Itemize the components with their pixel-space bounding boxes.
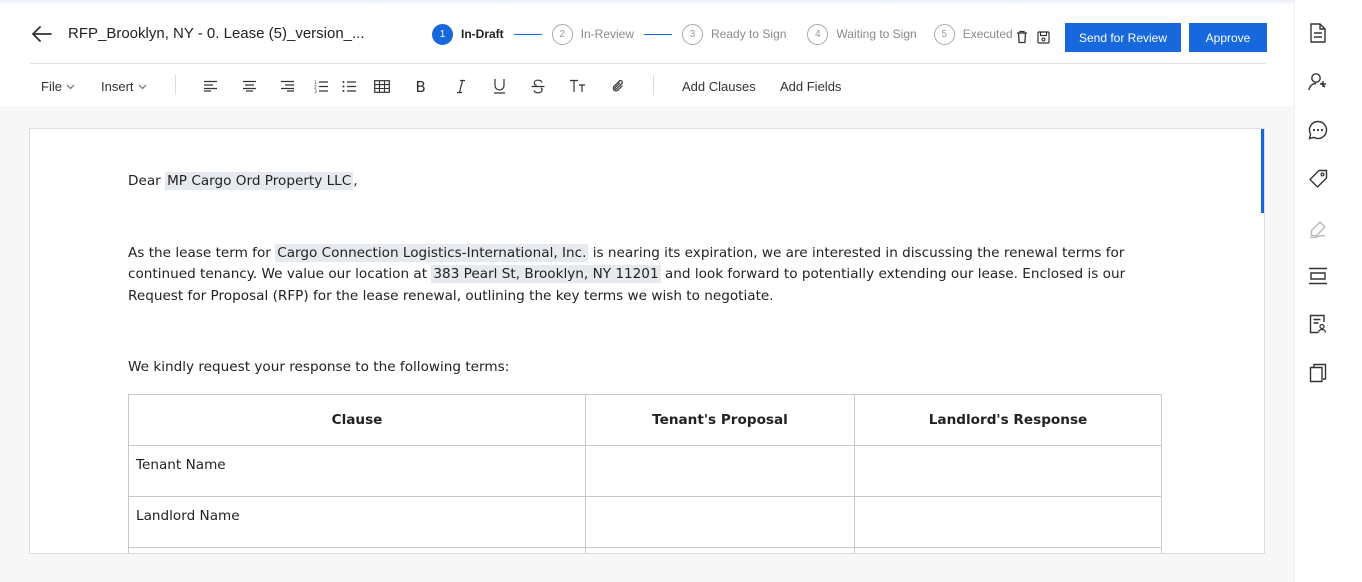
svg-text:B: B: [415, 79, 425, 94]
intro-text-a: As the lease term for: [128, 244, 276, 261]
insert-menu-label: Insert: [101, 79, 134, 94]
signature-icon[interactable]: [1307, 218, 1329, 240]
file-menu-label: File: [41, 79, 62, 94]
step-label: Waiting to Sign: [836, 27, 917, 41]
step-waiting-to-sign[interactable]: 4 Waiting to Sign: [807, 23, 917, 45]
chevron-down-icon: [138, 84, 146, 89]
top-accent-bar: [0, 0, 1362, 5]
editor-toolbar: File Insert 123 B Add Clauses Add Fields: [0, 64, 1294, 106]
table-row: [128, 547, 1162, 553]
send-for-review-button[interactable]: Send for Review: [1065, 23, 1181, 52]
chevron-down-icon: [66, 84, 75, 89]
step-label: Ready to Sign: [711, 27, 787, 41]
bullet-list-icon[interactable]: [340, 77, 358, 95]
toolbar-divider: [653, 75, 654, 95]
step-number: 3: [682, 23, 704, 45]
user-search-icon[interactable]: [1307, 71, 1329, 93]
table-cell[interactable]: [854, 496, 1162, 548]
comment-icon[interactable]: [1307, 119, 1329, 141]
table-cell[interactable]: [128, 547, 586, 553]
table-row: Tenant Name: [128, 445, 1162, 497]
bold-icon[interactable]: B: [412, 77, 430, 95]
column-header-landlord-response: Landlord's Response: [854, 394, 1162, 446]
add-clauses-button[interactable]: Add Clauses: [682, 79, 756, 94]
rfp-terms-table: Clause Tenant's Proposal Landlord's Resp…: [128, 394, 1162, 553]
approve-button[interactable]: Approve: [1189, 23, 1267, 52]
copy-icon[interactable]: [1307, 362, 1329, 384]
italic-icon[interactable]: [452, 77, 470, 95]
table-cell[interactable]: Landlord Name: [128, 496, 586, 548]
step-connector: [644, 33, 673, 35]
step-ready-to-sign[interactable]: 3 Ready to Sign: [682, 23, 787, 45]
align-left-icon[interactable]: [201, 77, 219, 95]
attachment-icon[interactable]: [609, 77, 627, 95]
step-label: In-Review: [580, 27, 635, 41]
document-page[interactable]: Dear MP Cargo Ord Property LLC, As the l…: [29, 128, 1265, 554]
table-cell[interactable]: Tenant Name: [128, 445, 586, 497]
strikethrough-icon[interactable]: [529, 77, 547, 95]
greeting-line: Dear MP Cargo Ord Property LLC,: [128, 171, 1163, 193]
save-icon[interactable]: [1036, 30, 1050, 44]
step-number: 4: [807, 23, 829, 45]
scrollbar-thumb[interactable]: [1261, 129, 1264, 213]
layout-icon[interactable]: [1307, 265, 1329, 287]
intro-paragraph: As the lease term for Cargo Connection L…: [128, 243, 1163, 308]
table-icon[interactable]: [373, 77, 391, 95]
table-cell[interactable]: [854, 547, 1162, 553]
property-address-field[interactable]: 383 Pearl St, Brooklyn, NY 11201: [431, 265, 661, 283]
right-sidebar: [1294, 0, 1362, 582]
column-header-tenant-proposal: Tenant's Proposal: [585, 394, 855, 446]
underline-icon[interactable]: [490, 77, 508, 95]
step-number: 5: [933, 23, 955, 45]
document-canvas: Dear MP Cargo Ord Property LLC, As the l…: [0, 106, 1294, 582]
document-title: RFP_Brooklyn, NY - 0. Lease (5)_version_…: [68, 25, 365, 42]
table-header-row: Clause Tenant's Proposal Landlord's Resp…: [128, 394, 1162, 446]
step-label: In-Draft: [461, 27, 504, 41]
align-center-icon[interactable]: [240, 77, 258, 95]
document-icon[interactable]: [1307, 22, 1329, 44]
table-cell[interactable]: [585, 445, 855, 497]
insert-menu[interactable]: Insert: [101, 79, 147, 94]
back-arrow-icon[interactable]: [30, 22, 54, 46]
request-paragraph: We kindly request your response to the f…: [128, 359, 510, 375]
column-header-clause: Clause: [128, 394, 586, 446]
document-user-icon[interactable]: [1307, 313, 1329, 335]
step-number: 2: [551, 23, 573, 45]
align-right-icon[interactable]: [278, 77, 296, 95]
table-cell[interactable]: [854, 445, 1162, 497]
table-row: Landlord Name: [128, 496, 1162, 548]
landlord-name-field[interactable]: MP Cargo Ord Property LLC: [165, 172, 354, 190]
trash-icon[interactable]: [1015, 30, 1029, 44]
table-cell[interactable]: [585, 547, 855, 553]
tag-icon[interactable]: [1307, 168, 1329, 190]
step-in-draft[interactable]: 1 In-Draft: [432, 23, 504, 45]
table-cell[interactable]: [585, 496, 855, 548]
svg-text:3: 3: [314, 89, 317, 93]
greeting-prefix: Dear: [128, 173, 166, 189]
text-size-icon[interactable]: [568, 77, 586, 95]
numbered-list-icon[interactable]: 123: [312, 77, 330, 95]
document-body[interactable]: Dear MP Cargo Ord Property LLC, As the l…: [128, 171, 1163, 379]
step-in-review[interactable]: 2 In-Review: [551, 23, 635, 45]
step-label: Executed: [962, 27, 1013, 41]
file-menu[interactable]: File: [41, 79, 75, 94]
greeting-suffix: ,: [353, 173, 358, 189]
tenant-name-field[interactable]: Cargo Connection Logistics-International…: [275, 243, 589, 262]
step-number: 1: [432, 23, 453, 45]
workflow-stepper: 1 In-Draft 2 In-Review 3 Ready to Sign 4…: [432, 23, 1013, 45]
step-executed[interactable]: 5 Executed: [933, 23, 1013, 45]
add-fields-button[interactable]: Add Fields: [780, 79, 841, 94]
step-connector: [513, 33, 542, 35]
editor-header: RFP_Brooklyn, NY - 0. Lease (5)_version_…: [0, 6, 1294, 64]
toolbar-divider: [175, 75, 176, 95]
